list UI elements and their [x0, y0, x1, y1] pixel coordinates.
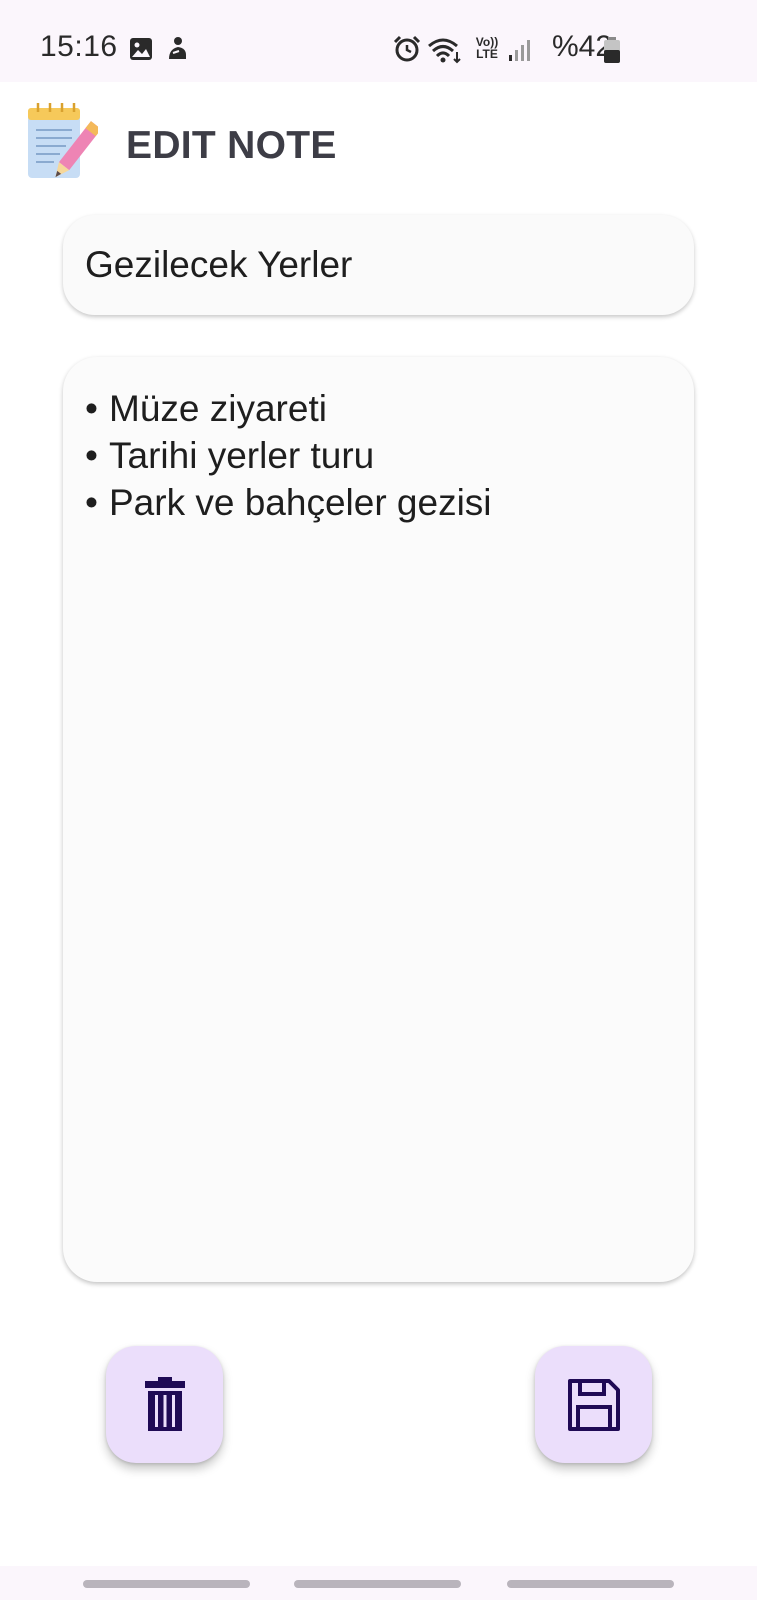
nav-back-button[interactable]	[507, 1580, 674, 1588]
save-button[interactable]	[535, 1346, 652, 1463]
wifi-icon	[428, 38, 461, 64]
content-line: • Park ve bahçeler gezisi	[85, 482, 492, 523]
signal-icon	[509, 40, 530, 61]
nav-recents-button[interactable]	[83, 1580, 250, 1588]
volte-icon: Vo)) LTE	[475, 35, 499, 61]
status-bar: 15:16 Vo)) LTE %42	[0, 0, 757, 82]
delete-button[interactable]	[106, 1346, 223, 1463]
status-time: 15:16	[40, 30, 118, 63]
alarm-icon	[393, 35, 421, 62]
page-title: EDIT NOTE	[126, 124, 337, 167]
note-title-value: Gezilecek Yerler	[85, 244, 353, 285]
battery-icon	[604, 37, 620, 63]
content-line: • Tarihi yerler turu	[85, 435, 375, 476]
person-icon	[169, 37, 186, 59]
content-line: • Müze ziyareti	[85, 388, 327, 429]
trash-icon	[144, 1376, 185, 1431]
nav-home-button[interactable]	[294, 1580, 461, 1588]
floppy-disk-icon	[567, 1378, 620, 1431]
note-content-field[interactable]: • Müze ziyareti • Tarihi yerler turu • P…	[63, 357, 694, 1282]
navigation-bar	[0, 1566, 757, 1600]
image-icon	[130, 38, 152, 60]
notepad-pencil-icon	[28, 103, 98, 178]
note-title-field[interactable]: Gezilecek Yerler	[63, 215, 694, 315]
edit-note-screen: 15:16 Vo)) LTE %42 EDIT NOTE Gezilecek Y…	[0, 0, 757, 1600]
